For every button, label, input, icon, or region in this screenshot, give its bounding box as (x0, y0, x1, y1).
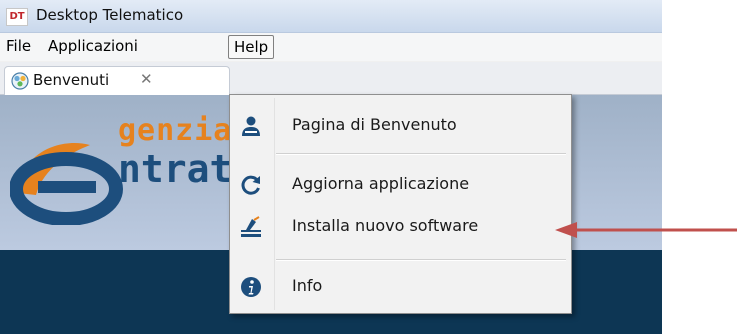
window-title: Desktop Telematico (36, 6, 184, 24)
menu-help[interactable]: Help (228, 35, 275, 59)
menu-item-info[interactable]: Info (230, 271, 571, 301)
menu-item-label: Aggiorna applicazione (292, 174, 470, 193)
menu-item-aggiorna-applicazione[interactable]: Aggiorna applicazione (230, 169, 571, 199)
annotation-arrow-icon (555, 222, 737, 238)
logo-text-line1: genzia (118, 113, 233, 148)
user-icon (242, 116, 260, 136)
tab-close-icon[interactable]: ✕ (140, 70, 153, 88)
refresh-icon (241, 175, 260, 195)
app-logo-icon: DT (6, 8, 28, 26)
menu-separator (276, 153, 566, 155)
tab-bar: Benvenuti ✕ (0, 62, 662, 95)
agenzia-entrate-logo-icon (10, 143, 123, 225)
help-dropdown-menu: Pagina di Benvenuto Aggiorna applicazion… (229, 94, 572, 314)
info-icon (241, 277, 261, 297)
tab-label: Benvenuti (33, 71, 110, 89)
app-window: DT Desktop Telematico File Applicazioni … (0, 0, 662, 334)
menu-bar: File Applicazioni Help (0, 33, 662, 61)
menu-item-label: Pagina di Benvenuto (292, 115, 457, 134)
title-bar[interactable]: DT Desktop Telematico (0, 0, 662, 33)
tab-benvenuti[interactable]: Benvenuti ✕ (4, 66, 230, 95)
menu-item-pagina-benvenuto[interactable]: Pagina di Benvenuto (230, 110, 571, 140)
menu-applicazioni[interactable]: Applicazioni (44, 35, 142, 57)
menu-file[interactable]: File (2, 35, 35, 57)
menu-separator (276, 259, 566, 261)
install-icon (241, 216, 261, 237)
welcome-globe-icon (11, 72, 29, 90)
menu-item-label: Installa nuovo software (292, 216, 479, 235)
menu-item-label: Info (292, 276, 323, 295)
menu-item-installa-nuovo-software[interactable]: Installa nuovo software (230, 211, 571, 241)
